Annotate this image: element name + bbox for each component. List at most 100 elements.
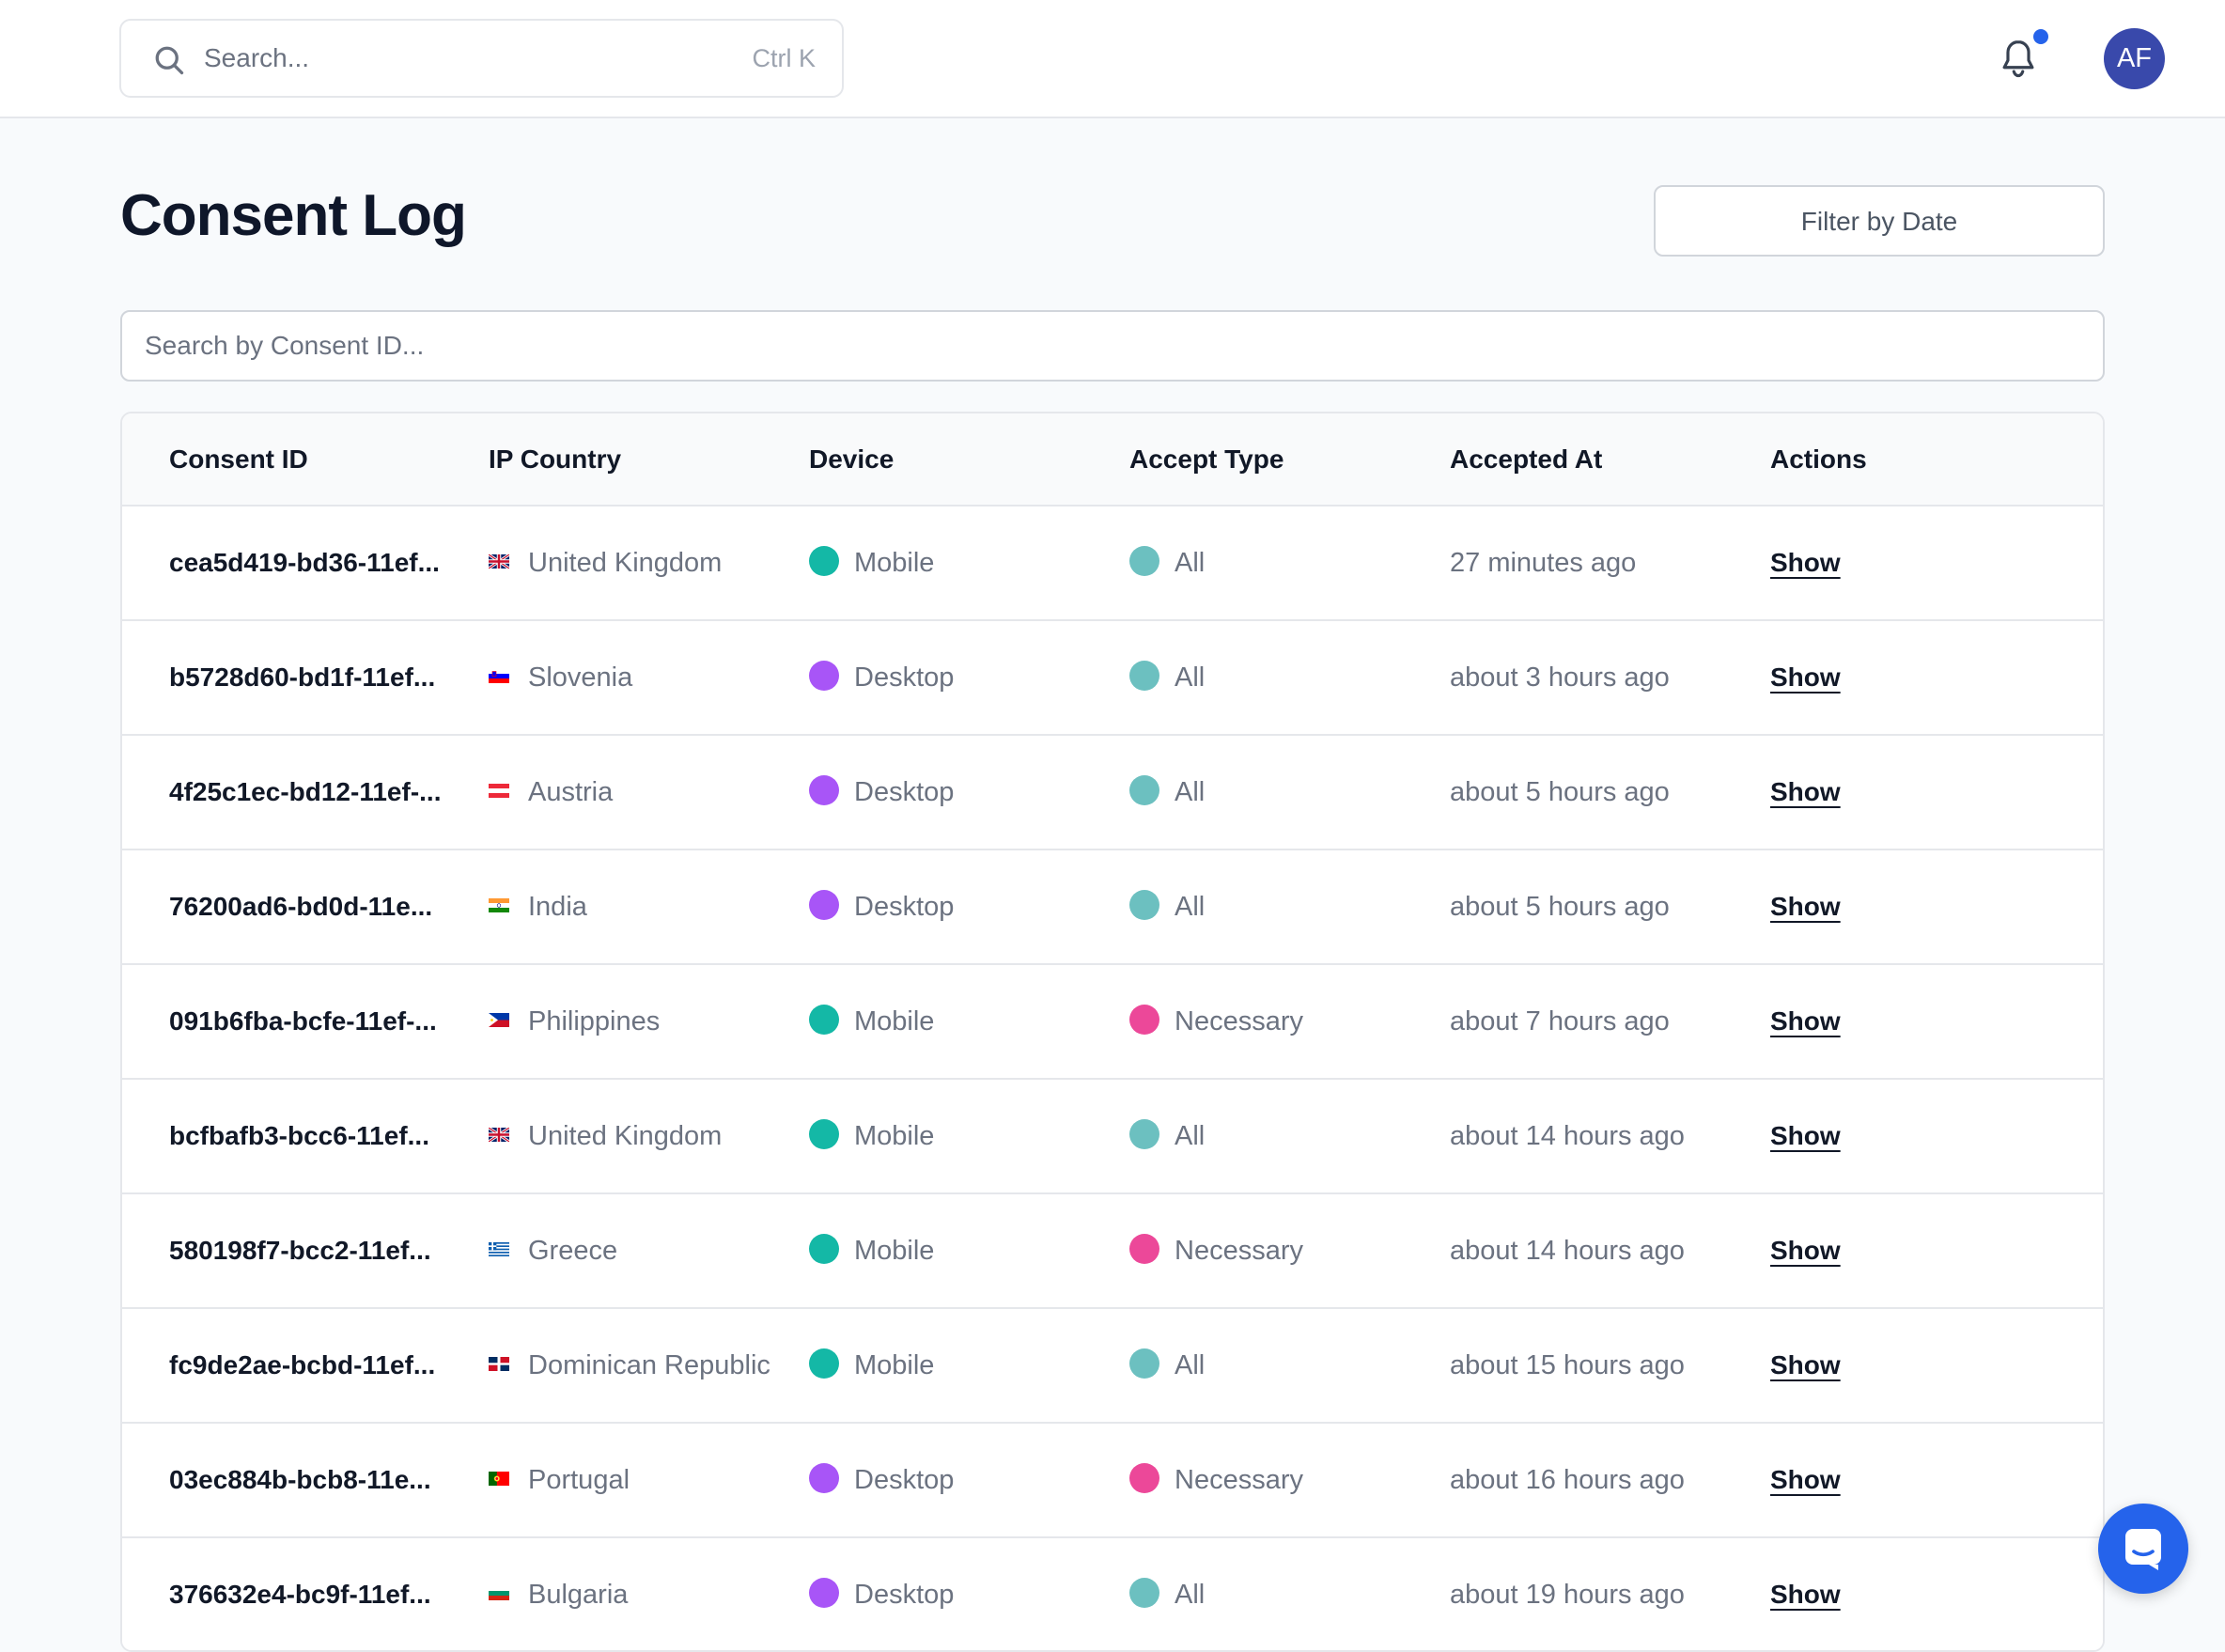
ip-country-cell: Portugal: [489, 1424, 630, 1536]
table-row: 580198f7-bcc2-11ef... Greece Mobile Necessa…: [122, 1194, 2103, 1309]
accept-type-cell: All: [1129, 1538, 1206, 1650]
device-label: Mobile: [854, 1236, 935, 1266]
actions-cell: Show: [1770, 1538, 1841, 1650]
device-cell: Desktop: [809, 621, 954, 734]
chat-icon: [2125, 1529, 2161, 1570]
accept-type-label: Necessary: [1175, 1465, 1303, 1495]
device-status-dot: [809, 1234, 839, 1265]
table-row: 4f25c1ec-bd12-11ef-... Austria Desktop All a…: [122, 736, 2103, 850]
gr-flag-icon: [489, 1241, 509, 1256]
consent-id-cell: bcfbafb3-bcc6-11ef...: [169, 1121, 429, 1150]
accept-type-cell: Necessary: [1129, 965, 1303, 1078]
consent-table: Consent ID IP Country Device Accept Type…: [120, 412, 2105, 1652]
filter-by-date-button[interactable]: Filter by Date: [1654, 185, 2105, 257]
accepted-at-cell: about 14 hours ago: [1450, 1121, 1685, 1151]
device-label: Mobile: [854, 1121, 935, 1151]
table-header: Consent ID IP Country Device Accept Type…: [122, 413, 2103, 507]
actions-cell: Show: [1770, 850, 1841, 963]
gb-flag-icon: [489, 553, 509, 569]
global-search-input[interactable]: Search... Ctrl K: [119, 19, 844, 98]
accept-type-dot: [1129, 1005, 1159, 1036]
ip-country-cell: India: [489, 850, 587, 963]
bell-icon[interactable]: [1999, 38, 2038, 81]
ip-country-cell: Dominican Republic: [489, 1309, 770, 1422]
show-details-link[interactable]: Show: [1770, 1465, 1841, 1494]
si-flag-icon: [489, 668, 509, 683]
show-details-link[interactable]: Show: [1770, 1236, 1841, 1265]
country-name: Portugal: [528, 1465, 630, 1495]
device-status-dot: [809, 1463, 839, 1494]
actions-cell: Show: [1770, 1424, 1841, 1536]
device-cell: Mobile: [809, 1309, 934, 1422]
accept-type-cell: All: [1129, 621, 1205, 734]
actions-cell: Show: [1770, 736, 1841, 849]
device-cell: Mobile: [809, 507, 934, 619]
device-status-dot: [809, 1348, 839, 1379]
accepted-at-cell: about 15 hours ago: [1450, 1350, 1685, 1380]
device-status-dot: [809, 775, 839, 806]
device-status-dot: [809, 1119, 839, 1150]
show-details-link[interactable]: Show: [1770, 1121, 1841, 1150]
country-name: Slovenia: [528, 662, 633, 693]
show-details-link[interactable]: Show: [1770, 1350, 1841, 1379]
accepted-at-cell: 27 minutes ago: [1450, 548, 1637, 578]
search-placeholder: Search...: [204, 43, 310, 72]
page-title: Consent Log: [120, 183, 467, 248]
table-row: 76200ad6-bd0d-11e... India Desktop All about…: [122, 850, 2103, 965]
device-status-dot: [809, 1005, 839, 1036]
accept-type-label: All: [1175, 892, 1206, 922]
pt-flag-icon: [489, 1471, 509, 1486]
column-header-device: Device: [809, 444, 895, 474]
accept-type-dot: [1129, 1234, 1159, 1265]
table-row: bcfbafb3-bcc6-11ef... United Kingdom Mobil…: [122, 1080, 2103, 1194]
accept-type-cell: Necessary: [1129, 1424, 1303, 1536]
table-row: 03ec884b-bcb8-11e... Portugal Desktop Neces…: [122, 1424, 2103, 1538]
device-label: Desktop: [854, 1580, 955, 1610]
show-details-link[interactable]: Show: [1770, 892, 1841, 921]
accepted-at-cell: about 5 hours ago: [1450, 777, 1670, 807]
device-label: Desktop: [854, 662, 955, 693]
country-name: Dominican Republic: [528, 1350, 770, 1380]
show-details-link[interactable]: Show: [1770, 1580, 1841, 1609]
gb-flag-icon: [489, 1127, 509, 1142]
do-flag-icon: [489, 1356, 509, 1371]
column-header-actions: Actions: [1770, 444, 1867, 474]
consent-id-cell: b5728d60-bd1f-11ef...: [169, 662, 436, 692]
avatar[interactable]: AF: [2104, 28, 2165, 89]
accept-type-cell: All: [1129, 1309, 1205, 1422]
chat-button[interactable]: [2098, 1504, 2188, 1594]
accept-type-label: All: [1175, 662, 1206, 693]
device-cell: Desktop: [809, 1424, 954, 1536]
accept-type-label: All: [1175, 548, 1206, 578]
device-label: Desktop: [854, 777, 955, 807]
ip-country-cell: Bulgaria: [489, 1538, 628, 1650]
accepted-at-cell: about 16 hours ago: [1450, 1465, 1685, 1495]
accept-type-label: All: [1175, 1121, 1206, 1151]
consent-id-cell: 376632e4-bc9f-11ef...: [169, 1580, 431, 1609]
search-icon: [155, 46, 184, 75]
ip-country-cell: United Kingdom: [489, 507, 722, 619]
consent-id-search-input[interactable]: [120, 310, 2105, 382]
accept-type-dot: [1129, 1119, 1159, 1150]
accept-type-label: All: [1175, 1580, 1206, 1610]
consent-id-cell: fc9de2ae-bcbd-11ef...: [169, 1350, 436, 1379]
search-shortcut-hint: Ctrl K: [752, 44, 817, 72]
accept-type-cell: All: [1129, 1080, 1205, 1192]
table-row: fc9de2ae-bcbd-11ef... Dominican Republic M…: [122, 1309, 2103, 1424]
show-details-link[interactable]: Show: [1770, 662, 1841, 692]
ip-country-cell: Philippines: [489, 965, 660, 1078]
accept-type-dot: [1129, 1463, 1159, 1494]
consent-id-cell: 76200ad6-bd0d-11e...: [169, 892, 433, 921]
actions-cell: Show: [1770, 1309, 1841, 1422]
ph-flag-icon: [489, 1012, 509, 1027]
show-details-link[interactable]: Show: [1770, 548, 1841, 577]
device-cell: Mobile: [809, 1080, 934, 1192]
accept-type-label: Necessary: [1175, 1006, 1303, 1036]
consent-id-cell: 580198f7-bcc2-11ef...: [169, 1236, 431, 1265]
device-cell: Desktop: [809, 850, 954, 963]
device-cell: Mobile: [809, 1194, 934, 1307]
ip-country-cell: Slovenia: [489, 621, 632, 734]
accept-type-cell: All: [1129, 850, 1205, 963]
show-details-link[interactable]: Show: [1770, 777, 1841, 806]
show-details-link[interactable]: Show: [1770, 1006, 1841, 1036]
